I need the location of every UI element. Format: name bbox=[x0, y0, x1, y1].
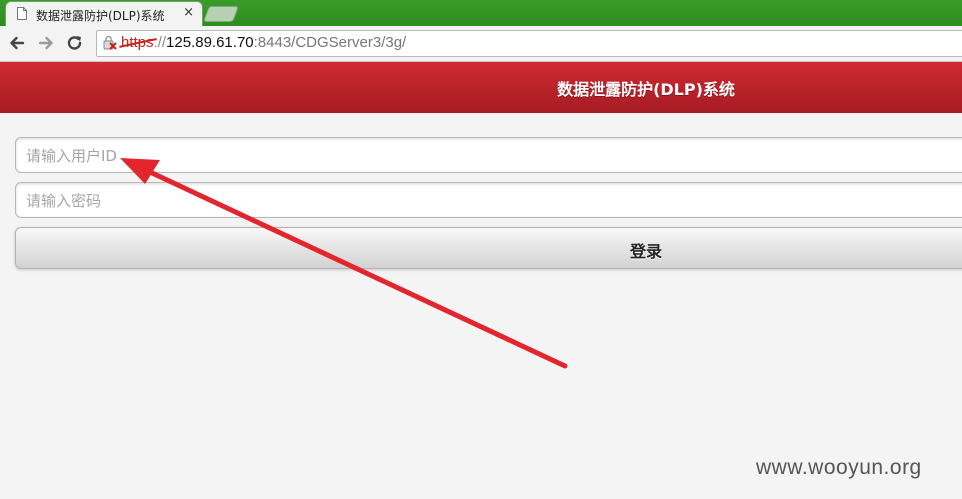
tab-title: 数据泄露防护(DLP)系统 bbox=[36, 9, 165, 23]
page-title: 数据泄露防护(DLP)系统 bbox=[557, 80, 735, 99]
user-id-field[interactable] bbox=[15, 137, 962, 174]
login-form: 登录 bbox=[0, 113, 962, 499]
reload-icon[interactable] bbox=[66, 34, 84, 52]
url-text: https://125.89.61.70:8443/CDGServer3/3g/ bbox=[121, 34, 406, 51]
address-bar[interactable]: https://125.89.61.70:8443/CDGServer3/3g/ bbox=[96, 30, 962, 57]
screenshot: 数据泄露防护(DLP)系统 × https://125.89.61.70:844… bbox=[0, 0, 962, 499]
app-header: 数据泄露防护(DLP)系统 bbox=[0, 62, 962, 113]
browser-toolbar: https://125.89.61.70:8443/CDGServer3/3g/ bbox=[0, 26, 962, 62]
password-field[interactable] bbox=[15, 182, 962, 219]
back-arrow-icon[interactable] bbox=[8, 34, 26, 52]
browser-tab[interactable]: 数据泄露防护(DLP)系统 × bbox=[6, 2, 202, 26]
url-host: 125.89.61.70 bbox=[166, 34, 254, 51]
new-tab-button[interactable] bbox=[203, 6, 239, 22]
url-path: :8443/CDGServer3/3g/ bbox=[253, 34, 407, 51]
login-button[interactable]: 登录 bbox=[15, 227, 962, 269]
user-id-input[interactable] bbox=[24, 138, 928, 174]
login-button-label: 登录 bbox=[629, 242, 662, 261]
page-icon bbox=[17, 7, 27, 20]
close-icon[interactable]: × bbox=[183, 6, 194, 20]
url-separator: :// bbox=[153, 34, 167, 51]
watermark: www.wooyun.org bbox=[756, 456, 922, 479]
url-scheme: https bbox=[121, 34, 154, 51]
forward-arrow-icon[interactable] bbox=[37, 34, 55, 52]
password-input[interactable] bbox=[24, 183, 928, 219]
tab-strip: 数据泄露防护(DLP)系统 × bbox=[0, 0, 962, 26]
insecure-lock-icon bbox=[103, 35, 117, 50]
